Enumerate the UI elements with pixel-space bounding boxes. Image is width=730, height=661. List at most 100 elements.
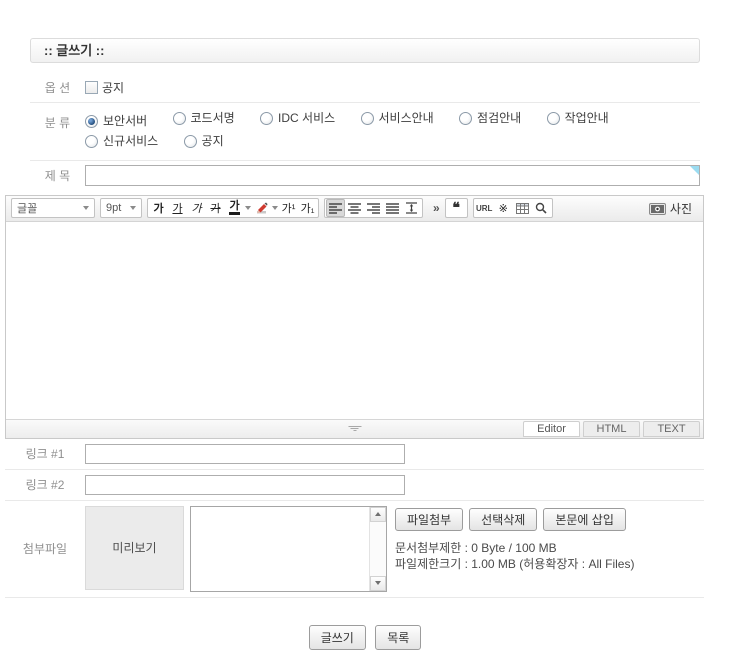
file-limit-text: 파일제한크기 : 1.00 MB (허용확장자 : All Files) [395,556,634,572]
option-label: 옵 션 [30,79,85,96]
font-family-select[interactable]: 글꼴 [11,198,95,218]
url-button[interactable]: URL [475,199,494,217]
highlight-dropdown[interactable] [271,199,279,217]
table-button[interactable] [513,199,532,217]
italic-button[interactable]: 가 [187,199,206,217]
superscript-button[interactable]: 가¹ [279,199,298,217]
text-style-group: 가 가 가 가 가 가¹ 가₁ [147,198,319,218]
link2-row: 링크 #2 [5,470,704,501]
attachment-preview-label: 미리보기 [112,539,156,556]
attach-file-button[interactable]: 파일첨부 [395,508,463,531]
align-justify-button[interactable] [383,199,402,217]
line-height-button[interactable] [402,199,421,217]
tab-editor[interactable]: Editor [523,421,580,437]
chevron-down-icon [130,206,136,210]
font-size-select[interactable]: 9pt [100,198,142,218]
photo-button[interactable]: 사진 [649,200,692,217]
underline-button[interactable]: 가 [168,199,187,217]
link1-row: 링크 #1 [5,439,704,470]
category-radio-group: 보안서버 코드서명 IDC 서비스 서비스안내 점검안내 작업안내 신규서비스 … [85,108,700,154]
category-radio[interactable]: 신규서비스 [85,131,158,151]
font-size-value: 9pt [106,202,121,214]
title-input-wrap [85,165,700,186]
photo-button-label: 사진 [670,200,692,217]
tab-text[interactable]: TEXT [643,421,700,437]
bold-button[interactable]: 가 [149,199,168,217]
strikethrough-button[interactable]: 가 [206,199,225,217]
radio-icon[interactable] [361,112,374,125]
notice-checkbox-label: 공지 [102,79,124,96]
insert-into-body-button[interactable]: 본문에 삽입 [543,508,626,531]
search-button[interactable] [532,199,551,217]
editor-content[interactable] [6,222,703,419]
delete-selected-button[interactable]: 선택삭제 [469,508,537,531]
attachment-row: 첨부파일 미리보기 파일첨부 선택삭제 본문에 삽입 [5,501,704,598]
category-radio-label: 코드서명 [191,108,235,128]
radio-icon[interactable] [184,135,197,148]
chevron-down-icon [245,206,251,210]
radio-icon[interactable] [173,112,186,125]
attachment-buttons: 파일첨부 선택삭제 본문에 삽입 [395,508,634,531]
subscript-button[interactable]: 가₁ [298,199,317,217]
category-radio[interactable]: 서비스안내 [361,108,434,128]
radio-icon[interactable] [459,112,472,125]
category-label: 분 류 [30,108,85,131]
insert-group: URL ※ [473,198,553,218]
category-radio-label: 서비스안내 [379,108,434,128]
page-title: :: 글쓰기 :: [30,38,700,63]
category-radio-label: 보안서버 [103,111,147,131]
radio-icon[interactable] [260,112,273,125]
font-color-button[interactable]: 가 [225,199,244,217]
submit-button[interactable]: 글쓰기 [309,625,366,650]
category-row: 분 류 보안서버 코드서명 IDC 서비스 서비스안내 점검안내 작업안내 신규… [30,103,700,161]
attachment-preview: 미리보기 [85,506,184,590]
category-radio[interactable]: 작업안내 [547,108,609,128]
align-right-button[interactable] [364,199,383,217]
tab-html[interactable]: HTML [583,421,640,437]
photo-camera-icon [649,202,666,215]
attachment-controls: 파일첨부 선택삭제 본문에 삽입 문서첨부제한 : 0 Byte / 100 M… [395,506,634,572]
radio-icon[interactable] [85,135,98,148]
footer-actions: 글쓰기 목록 [0,625,730,650]
file-list-body[interactable] [191,507,369,591]
radio-icon[interactable] [547,112,560,125]
link1-label: 링크 #1 [5,445,85,462]
category-radio[interactable]: 보안서버 [85,111,147,131]
link2-input[interactable] [85,475,405,495]
title-input[interactable] [85,165,700,186]
editor-mode-tabs: Editor HTML TEXT [520,421,700,437]
attachment-file-list[interactable] [190,506,387,592]
font-color-dropdown[interactable] [244,199,252,217]
category-radio-label: 신규서비스 [103,131,158,151]
table-icon [516,203,529,214]
category-radio[interactable]: 코드서명 [173,108,235,128]
post-form-bottom: 링크 #1 링크 #2 첨부파일 미리보기 [5,439,704,598]
editor-bottom-bar: Editor HTML TEXT [6,419,703,438]
align-left-button[interactable] [326,199,345,217]
checkbox-icon[interactable] [85,81,98,94]
category-radio[interactable]: 공지 [184,131,224,151]
align-right-icon [367,203,380,214]
radio-icon[interactable] [85,115,98,128]
list-button[interactable]: 목록 [375,625,421,650]
category-radio-label: 점검안내 [477,108,521,128]
file-list-scrollbar[interactable] [369,507,386,591]
scroll-up-button[interactable] [370,507,386,522]
write-post-page: :: 글쓰기 :: 옵 션 공지 분 류 보안서버 코드서명 IDC 서비스 서… [0,0,730,650]
link1-input[interactable] [85,444,405,464]
quote-button[interactable]: ❝ [447,199,466,217]
doc-limit-text: 문서첨부제한 : 0 Byte / 100 MB [395,540,634,556]
notice-checkbox[interactable]: 공지 [85,79,124,96]
highlight-button[interactable] [252,199,271,217]
scroll-down-button[interactable] [370,576,386,591]
resize-handle-icon[interactable] [348,426,361,432]
special-char-button[interactable]: ※ [494,199,513,217]
category-radio[interactable]: IDC 서비스 [260,108,335,128]
category-radio-label: 작업안내 [565,108,609,128]
align-center-button[interactable] [345,199,364,217]
more-tools-button[interactable]: » [433,201,440,215]
option-row: 옵 션 공지 [30,72,700,103]
category-radio[interactable]: 점검안내 [459,108,521,128]
align-group [324,198,423,218]
link2-label: 링크 #2 [5,476,85,493]
